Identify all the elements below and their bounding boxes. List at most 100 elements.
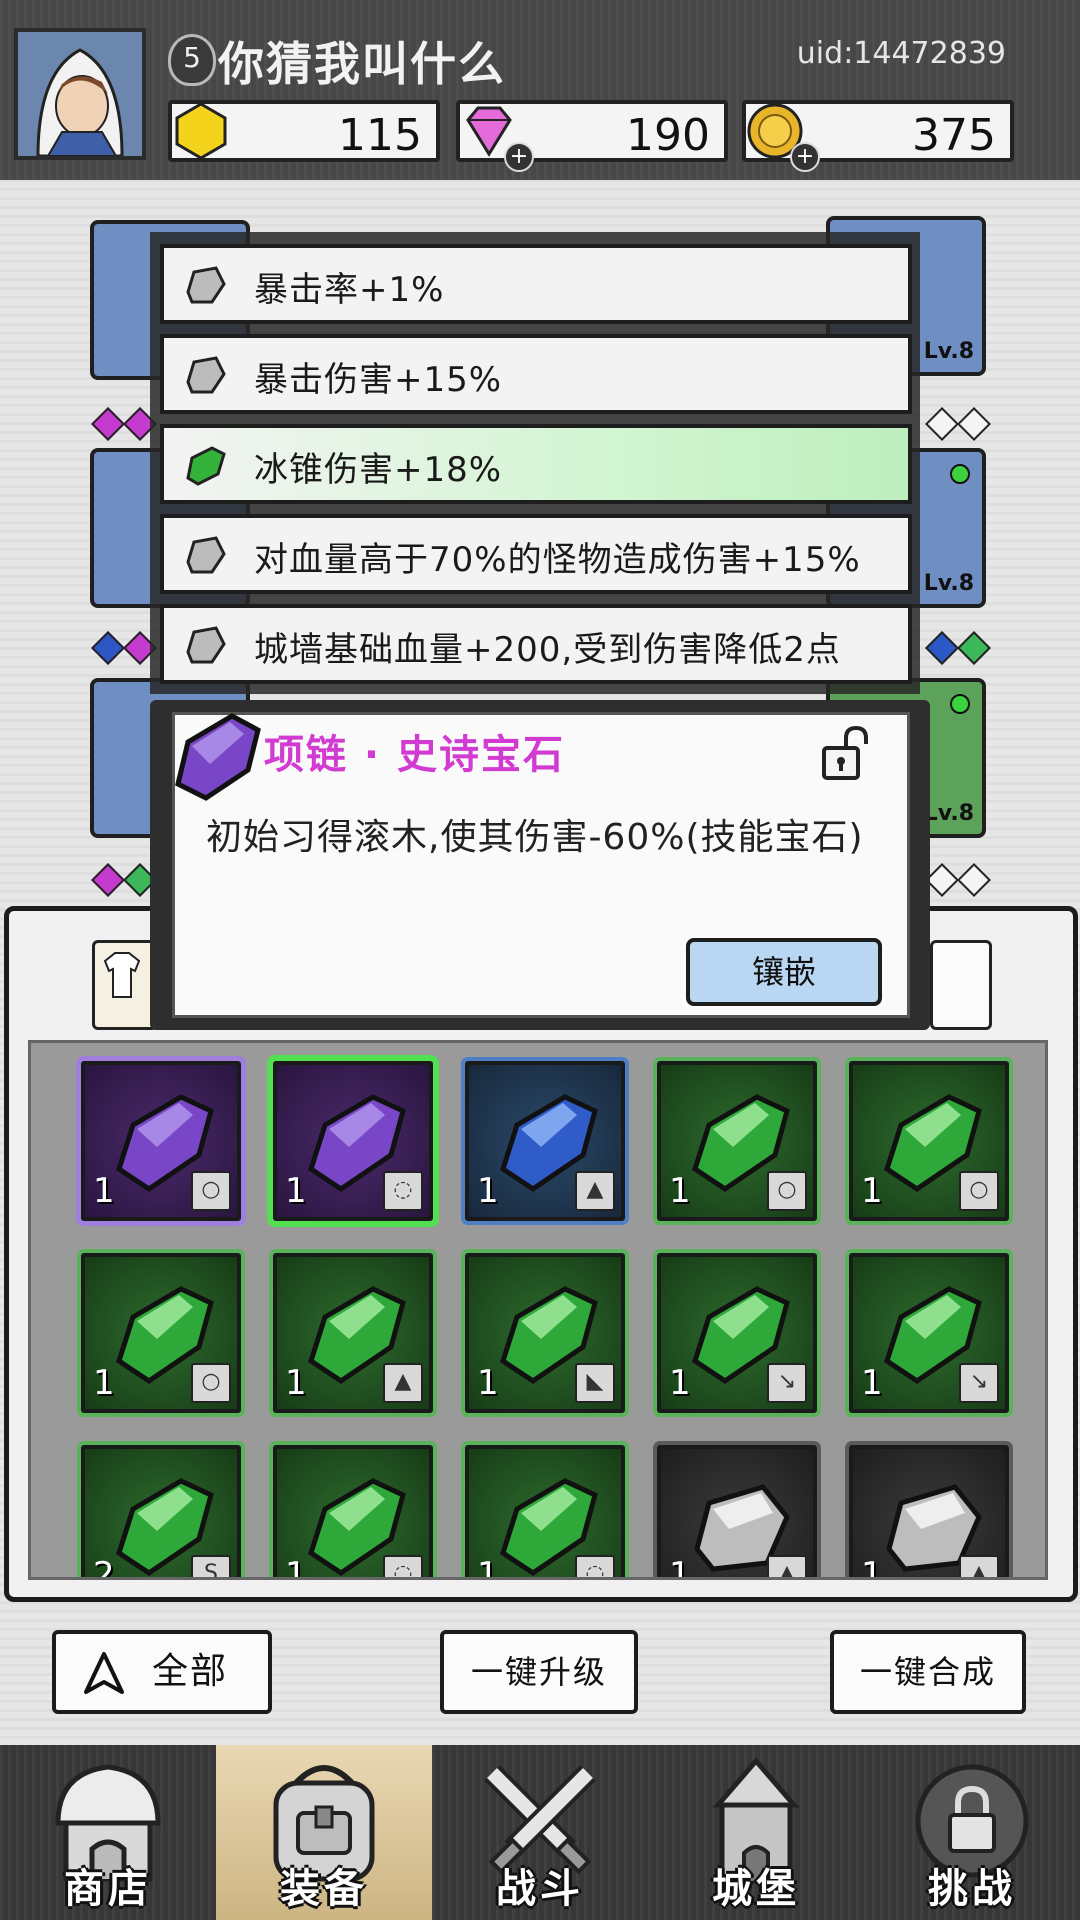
gem-count: 1 xyxy=(669,1555,691,1580)
nav-challenge-label: 挑战 xyxy=(928,1866,1016,1912)
gem-cell[interactable]: 1 ▲ xyxy=(273,1253,433,1413)
stat-row-highlighted: 冰锥伤害+18% xyxy=(160,424,912,504)
nav-castle-label: 城堡 xyxy=(712,1866,800,1912)
coin-counter[interactable]: + 375 xyxy=(742,100,1014,172)
gem-count: 1 xyxy=(669,1171,691,1211)
stat-text: 暴击伤害+15% xyxy=(254,360,503,400)
gem-detail-title: 项链 · 史诗宝石 xyxy=(264,732,566,778)
nav-equipment-label: 装备 xyxy=(280,1866,368,1912)
filter-all-button[interactable]: 全部 xyxy=(52,1630,272,1714)
merge-all-button[interactable]: 一键合成 xyxy=(830,1630,1026,1714)
upgrade-dot-icon xyxy=(950,694,970,714)
gem-cell[interactable]: 1 ↘ xyxy=(849,1253,1009,1413)
player-level-badge: 5 xyxy=(168,34,216,86)
green-gem-icon xyxy=(186,446,226,486)
nav-battle[interactable]: 战斗 xyxy=(432,1745,648,1920)
stat-text: 冰锥伤害+18% xyxy=(254,450,503,490)
gem-count: 1 xyxy=(669,1363,691,1403)
gem-count: 1 xyxy=(285,1363,307,1403)
tab-sort[interactable] xyxy=(930,940,992,1030)
player-name: 你猜我叫什么 xyxy=(218,37,506,91)
gem-cell[interactable]: 1 ○ xyxy=(81,1061,241,1221)
gem-count: 1 xyxy=(861,1171,883,1211)
gem-cell[interactable]: 1 ◌ xyxy=(273,1445,433,1580)
necklace-slot-icon: ◌ xyxy=(575,1555,615,1577)
armor-slot-icon: ▲ xyxy=(383,1363,423,1403)
gem-count: 1 xyxy=(477,1171,499,1211)
ring-slot-icon: ○ xyxy=(767,1171,807,1211)
gem-count: 1 xyxy=(861,1555,883,1580)
gem-count: 2 xyxy=(93,1555,115,1580)
inlay-button[interactable]: 镶嵌 xyxy=(686,938,882,1006)
gem-cell[interactable]: 1 ○ xyxy=(849,1061,1009,1221)
navigation-arrow-icon xyxy=(84,1652,124,1694)
filter-all-label: 全部 xyxy=(152,1651,229,1692)
gem-cell[interactable]: 2 S xyxy=(81,1445,241,1580)
stat-text: 对血量高于70%的怪物造成伤害+15% xyxy=(254,540,861,580)
gray-gem-icon xyxy=(186,266,226,304)
stat-text: 城墙基础血量+200,受到伤害降低2点 xyxy=(254,630,841,670)
belt-slot-icon: S xyxy=(191,1555,231,1577)
gem-cell[interactable]: 1 ▲ xyxy=(465,1061,625,1221)
tab-armor-filter[interactable] xyxy=(92,940,158,1030)
add-coins-icon[interactable]: + xyxy=(790,142,820,172)
necklace-slot-icon: ◌ xyxy=(383,1555,423,1577)
add-diamonds-icon[interactable]: + xyxy=(504,142,534,172)
player-avatar[interactable] xyxy=(14,28,146,160)
shirt-icon xyxy=(103,952,141,998)
epic-gem-icon xyxy=(175,713,261,801)
stat-row: 城墙基础血量+200,受到伤害降低2点 xyxy=(160,604,912,684)
gem-cell[interactable]: 1 ◣ xyxy=(465,1253,625,1413)
gem-detail-description: 初始习得滚木,使其伤害-60%(技能宝石) xyxy=(206,817,864,858)
equip-level: Lv.8 xyxy=(923,801,974,826)
nav-equipment[interactable]: 装备 xyxy=(216,1745,432,1920)
gem-count: 1 xyxy=(285,1171,307,1211)
gem-cell[interactable]: 1 ○ xyxy=(81,1253,241,1413)
nav-shop-label: 商店 xyxy=(64,1866,152,1912)
stat-row: 暴击伤害+15% xyxy=(160,334,912,414)
nav-castle[interactable]: 城堡 xyxy=(648,1745,864,1920)
gray-gem-icon xyxy=(186,536,226,574)
gem-cell[interactable]: 1 ○ xyxy=(657,1061,817,1221)
nav-battle-label: 战斗 xyxy=(496,1866,584,1912)
ring-slot-icon: ○ xyxy=(191,1171,231,1211)
energy-value: 115 xyxy=(338,110,422,161)
gem-count: 1 xyxy=(477,1555,499,1580)
gray-gem-icon xyxy=(186,626,226,664)
gem-count: 1 xyxy=(477,1363,499,1403)
armor-slot-icon: ▲ xyxy=(575,1171,615,1211)
stat-row: 暴击率+1% xyxy=(160,244,912,324)
equip-level: Lv.8 xyxy=(923,339,974,364)
ring-slot-icon: ○ xyxy=(959,1171,999,1211)
energy-hexagon-icon xyxy=(175,102,227,160)
gem-cell[interactable]: 1 ▲ xyxy=(849,1445,1009,1580)
equip-level: Lv.8 xyxy=(923,571,974,596)
armor-slot-icon: ▲ xyxy=(767,1555,807,1577)
coin-value: 375 xyxy=(912,110,996,161)
necklace-slot-icon: ◌ xyxy=(383,1171,423,1211)
gem-cell[interactable]: 1 ↘ xyxy=(657,1253,817,1413)
boots-slot-icon: ◣ xyxy=(575,1363,615,1403)
stat-text: 暴击率+1% xyxy=(254,270,445,310)
nav-shop[interactable]: 商店 xyxy=(0,1745,216,1920)
gem-count: 1 xyxy=(93,1363,115,1403)
upgrade-all-button[interactable]: 一键升级 xyxy=(440,1630,638,1714)
weapon-slot-icon: ↘ xyxy=(767,1363,807,1403)
stat-row: 对血量高于70%的怪物造成伤害+15% xyxy=(160,514,912,594)
armor-slot-icon: ▲ xyxy=(959,1555,999,1577)
ring-slot-icon: ○ xyxy=(191,1363,231,1403)
energy-counter: 115 xyxy=(168,100,440,162)
diamond-counter[interactable]: + 190 xyxy=(456,100,728,172)
upgrade-dot-icon xyxy=(950,464,970,484)
gem-cell[interactable]: 1 ◌ xyxy=(465,1445,625,1580)
unlock-icon[interactable] xyxy=(820,724,870,782)
gem-count: 1 xyxy=(861,1363,883,1403)
nav-challenge[interactable]: 挑战 xyxy=(864,1745,1080,1920)
player-uid: uid:14472839 xyxy=(796,36,1006,71)
gem-count: 1 xyxy=(285,1555,307,1580)
gem-cell-selected[interactable]: 1 ◌ xyxy=(273,1061,433,1221)
weapon-slot-icon: ↘ xyxy=(959,1363,999,1403)
gem-cell[interactable]: 1 ▲ xyxy=(657,1445,817,1580)
gem-count: 1 xyxy=(93,1171,115,1211)
gray-gem-icon xyxy=(186,356,226,394)
